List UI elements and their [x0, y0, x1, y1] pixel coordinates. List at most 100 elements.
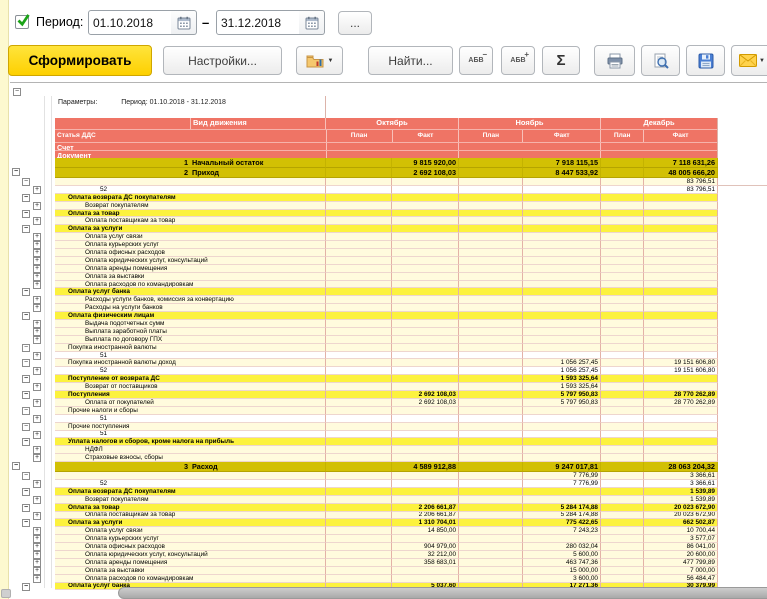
- cell-december-plan[interactable]: [601, 344, 644, 352]
- cell-october-fact[interactable]: [392, 233, 459, 241]
- expand-toggle[interactable]: +: [33, 352, 41, 360]
- cell-december-fact[interactable]: [644, 423, 718, 431]
- cell-november-plan[interactable]: [459, 488, 523, 496]
- cell-december-plan[interactable]: [601, 168, 644, 178]
- collapse-toggle[interactable]: −: [22, 344, 30, 352]
- cell-november-plan[interactable]: [459, 480, 523, 488]
- cell-december-fact[interactable]: 83 796,51: [644, 178, 718, 186]
- row-label-cell[interactable]: Расходы услуги банков, комиссия за конве…: [55, 296, 326, 304]
- cell-december-fact[interactable]: [644, 431, 718, 439]
- cell-december-plan[interactable]: [601, 551, 644, 559]
- cell-october-plan[interactable]: [326, 281, 392, 289]
- collapse-toggle[interactable]: −: [22, 288, 30, 296]
- row-label-cell[interactable]: Возврат от поставщиков: [55, 383, 326, 391]
- cell-november-plan[interactable]: [459, 575, 523, 583]
- cell-december-fact[interactable]: [644, 257, 718, 265]
- cell-november-plan[interactable]: [459, 519, 523, 527]
- cell-november-fact[interactable]: [523, 328, 601, 336]
- row-label-cell[interactable]: Поступление от возврата ДС: [55, 375, 326, 383]
- cell-november-fact[interactable]: [523, 454, 601, 462]
- cell-december-fact[interactable]: 20 023 672,90: [644, 504, 718, 512]
- collapse-toggle[interactable]: −: [12, 168, 20, 176]
- cell-november-plan[interactable]: [459, 178, 523, 186]
- cell-december-fact[interactable]: 662 502,87: [644, 519, 718, 527]
- cell-october-plan[interactable]: [326, 186, 392, 194]
- expand-toggle[interactable]: +: [33, 336, 41, 344]
- cell-december-plan[interactable]: [601, 210, 644, 218]
- expand-toggle[interactable]: +: [33, 496, 41, 504]
- cell-november-fact[interactable]: [523, 488, 601, 496]
- collapse-toggle[interactable]: −: [12, 462, 20, 470]
- collapse-groups-button[interactable]: АБВ −: [459, 46, 493, 75]
- cell-october-fact[interactable]: [392, 454, 459, 462]
- cell-december-plan[interactable]: [601, 504, 644, 512]
- cell-october-fact[interactable]: 358 683,01: [392, 559, 459, 567]
- row-label-cell[interactable]: Оплата расходов по командировкам: [55, 575, 326, 583]
- cell-november-plan[interactable]: [459, 559, 523, 567]
- collapse-toggle[interactable]: −: [22, 210, 30, 218]
- cell-december-plan[interactable]: [601, 575, 644, 583]
- cell-december-fact[interactable]: [644, 352, 718, 360]
- report-variants-button[interactable]: ▼: [296, 46, 343, 75]
- cell-november-plan[interactable]: [459, 407, 523, 415]
- cell-november-fact[interactable]: 280 032,04: [523, 543, 601, 551]
- cell-november-plan[interactable]: [459, 551, 523, 559]
- cell-december-plan[interactable]: [601, 480, 644, 488]
- cell-november-fact[interactable]: [523, 257, 601, 265]
- cell-october-fact[interactable]: [392, 359, 459, 367]
- cell-november-plan[interactable]: [459, 512, 523, 520]
- cell-november-fact[interactable]: 7 776,99: [523, 480, 601, 488]
- expand-toggle[interactable]: +: [33, 512, 41, 520]
- cell-december-fact[interactable]: [644, 273, 718, 281]
- cell-december-plan[interactable]: [601, 320, 644, 328]
- cell-december-plan[interactable]: [601, 375, 644, 383]
- row-label-cell[interactable]: Оплата поставщикам за товар: [55, 217, 326, 225]
- cell-october-plan[interactable]: [326, 194, 392, 202]
- expand-toggle[interactable]: +: [33, 296, 41, 304]
- cell-november-plan[interactable]: [459, 543, 523, 551]
- cell-november-fact[interactable]: [523, 320, 601, 328]
- horizontal-scrollbar-corner[interactable]: [1, 589, 11, 598]
- expand-toggle[interactable]: +: [33, 281, 41, 289]
- cell-november-plan[interactable]: [459, 535, 523, 543]
- cell-december-plan[interactable]: [601, 352, 644, 360]
- cell-november-fact[interactable]: 5 797 950,83: [523, 399, 601, 407]
- cell-december-plan[interactable]: [601, 217, 644, 225]
- cell-november-fact[interactable]: 7 243,23: [523, 527, 601, 535]
- cell-december-fact[interactable]: [644, 336, 718, 344]
- cell-november-fact[interactable]: [523, 194, 601, 202]
- cell-december-plan[interactable]: [601, 446, 644, 454]
- row-label-cell[interactable]: Страховые взносы, сборы: [55, 454, 326, 462]
- cell-december-plan[interactable]: [601, 186, 644, 194]
- cell-december-plan[interactable]: [601, 462, 644, 472]
- row-label-cell[interactable]: 51: [55, 352, 326, 360]
- cell-november-fact[interactable]: 7 918 115,15: [523, 158, 601, 168]
- print-preview-button[interactable]: [641, 45, 680, 76]
- expand-toggle[interactable]: +: [33, 527, 41, 535]
- expand-toggle[interactable]: +: [33, 567, 41, 575]
- row-label-cell[interactable]: Выплата заработной платы: [55, 328, 326, 336]
- collapse-toggle[interactable]: −: [22, 194, 30, 202]
- cell-october-plan[interactable]: [326, 296, 392, 304]
- row-label-cell[interactable]: 1Начальный остаток: [55, 158, 326, 168]
- expand-toggle[interactable]: +: [33, 431, 41, 439]
- cell-december-fact[interactable]: [644, 233, 718, 241]
- cell-october-fact[interactable]: [392, 423, 459, 431]
- cell-december-fact[interactable]: [644, 312, 718, 320]
- cell-november-fact[interactable]: [523, 225, 601, 233]
- cell-october-fact[interactable]: 14 850,00: [392, 527, 459, 535]
- cell-december-fact[interactable]: 19 151 606,80: [644, 359, 718, 367]
- row-label-cell[interactable]: Расходы на услуги банков: [55, 304, 326, 312]
- cell-december-plan[interactable]: [601, 336, 644, 344]
- cell-november-plan[interactable]: [459, 472, 523, 480]
- collapse-toggle[interactable]: −: [22, 423, 30, 431]
- cell-december-fact[interactable]: 3 577,07: [644, 535, 718, 543]
- row-label-cell[interactable]: Оплата возврата ДС покупателям: [55, 488, 326, 496]
- cell-november-plan[interactable]: [459, 399, 523, 407]
- cell-october-plan[interactable]: [326, 249, 392, 257]
- cell-december-plan[interactable]: [601, 281, 644, 289]
- cell-december-fact[interactable]: [644, 438, 718, 446]
- collapse-toggle[interactable]: −: [22, 438, 30, 446]
- cell-october-plan[interactable]: [326, 535, 392, 543]
- cell-october-fact[interactable]: [392, 328, 459, 336]
